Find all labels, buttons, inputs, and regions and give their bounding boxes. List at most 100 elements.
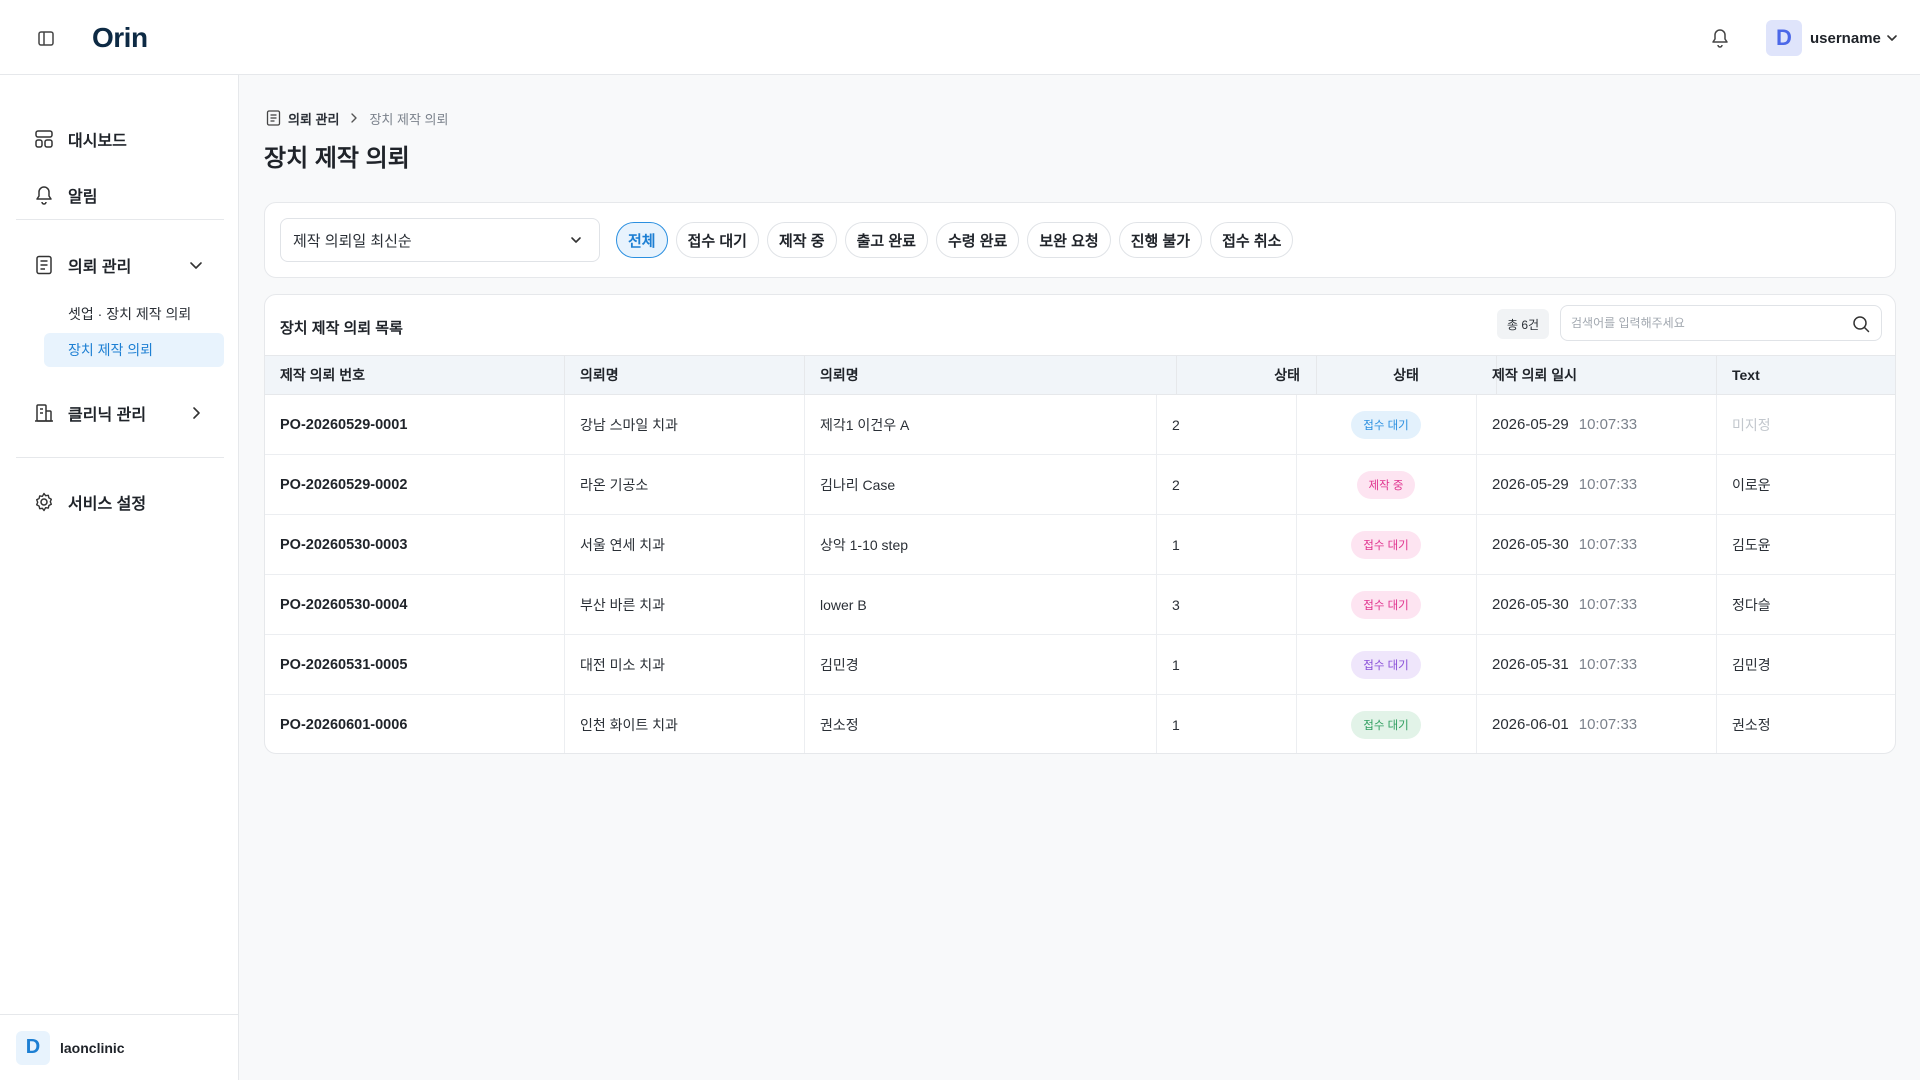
filter-chip-cancelled[interactable]: 접수 취소 bbox=[1210, 222, 1294, 258]
column-header-requested-at[interactable]: 제작 의뢰 일시 bbox=[1492, 356, 1577, 394]
search-field[interactable] bbox=[1560, 305, 1882, 341]
sidebar-subitem-device-request[interactable]: 장치 제작 의뢰 bbox=[44, 333, 224, 367]
table-row[interactable]: PO-20260529-0002 라온 기공소 김나리 Case 2 제작 중 2026-… bbox=[265, 455, 1895, 515]
user-menu[interactable]: D username bbox=[1766, 20, 1899, 56]
status-filter-chips: 전체 접수 대기 제작 중 출고 완료 수령 완료 보완 요청 진행 불가 접수… bbox=[616, 222, 1301, 258]
table-row[interactable]: PO-20260531-0005 대전 미소 치과 김민경 1 접수 대기 2026-05… bbox=[265, 635, 1895, 695]
sidebar-toggle-icon[interactable] bbox=[36, 29, 56, 47]
sidebar-item-service-settings[interactable]: 서비스 설정 bbox=[16, 482, 224, 522]
column-divider bbox=[564, 395, 565, 454]
table-header: 제작 의뢰 번호 의뢰명 의뢰명 상태 상태 제작 의뢰 일시 Text bbox=[265, 355, 1895, 395]
notification-bell-icon[interactable] bbox=[1708, 26, 1732, 50]
column-divider bbox=[564, 515, 565, 574]
filter-bar: 제작 의뢰일 최신순 전체 접수 대기 제작 중 출고 완료 수령 완료 보완 … bbox=[264, 202, 1896, 278]
filter-chip-shipped[interactable]: 출고 완료 bbox=[844, 222, 928, 258]
column-divider bbox=[1156, 635, 1157, 694]
column-divider bbox=[1476, 515, 1477, 574]
column-header-quantity[interactable]: 상태 bbox=[1176, 356, 1300, 394]
filter-chip-revision-request[interactable]: 보완 요청 bbox=[1027, 222, 1111, 258]
order-number-cell: PO-20260530-0004 bbox=[280, 596, 408, 613]
breadcrumb-parent[interactable]: 의뢰 관리 bbox=[288, 109, 339, 128]
filter-chip-pending[interactable]: 접수 대기 bbox=[675, 222, 759, 258]
request-date: 2026-05-31 bbox=[1492, 656, 1569, 673]
order-number-cell: PO-20260601-0006 bbox=[280, 716, 408, 733]
text-cell: 미지정 bbox=[1732, 416, 1771, 433]
column-header-request-name[interactable]: 의뢰명 bbox=[820, 356, 859, 394]
request-name-cell: 권소정 bbox=[820, 716, 859, 733]
column-divider bbox=[804, 455, 805, 514]
request-time: 10:07:33 bbox=[1578, 596, 1638, 613]
column-header-status[interactable]: 상태 bbox=[1316, 356, 1496, 394]
column-divider bbox=[804, 635, 805, 694]
sidebar-item-requests[interactable]: 의뢰 관리 bbox=[16, 245, 224, 285]
bell-icon bbox=[32, 183, 56, 207]
request-date: 2026-05-30 bbox=[1492, 596, 1569, 613]
column-divider bbox=[1476, 575, 1477, 634]
column-divider bbox=[564, 575, 565, 634]
request-date: 2026-05-29 bbox=[1492, 476, 1569, 493]
table-row[interactable]: PO-20260529-0001 강남 스마일 치과 제각1 이건우 A 2 접수 대기… bbox=[265, 395, 1895, 455]
app-logo[interactable]: Orin bbox=[92, 22, 148, 54]
request-time: 10:07:33 bbox=[1578, 476, 1638, 493]
table-row[interactable]: PO-20260530-0003 서울 연세 치과 상악 1-10 step 1 접수 … bbox=[265, 515, 1895, 575]
sidebar-item-dashboard[interactable]: 대시보드 bbox=[16, 119, 224, 159]
clinic-name-cell: 대전 미소 치과 bbox=[580, 656, 666, 673]
column-divider bbox=[1156, 515, 1157, 574]
sidebar-item-clinics[interactable]: 클리닉 관리 bbox=[16, 393, 224, 433]
quantity-cell: 2 bbox=[1172, 416, 1180, 433]
column-divider bbox=[1156, 395, 1157, 454]
sidebar-divider bbox=[16, 457, 224, 458]
table-row[interactable]: PO-20260530-0004 부산 바른 치과 lower B 3 접수 대기 202… bbox=[265, 575, 1895, 635]
order-number-cell: PO-20260529-0001 bbox=[280, 416, 408, 433]
status-badge: 접수 대기 bbox=[1351, 530, 1421, 559]
clinic-name-cell: 인천 화이트 치과 bbox=[580, 716, 678, 733]
column-divider bbox=[804, 695, 805, 753]
gear-icon bbox=[32, 490, 56, 514]
search-input[interactable] bbox=[1571, 316, 1841, 330]
request-time: 10:07:33 bbox=[1578, 416, 1638, 433]
order-number-cell: PO-20260529-0002 bbox=[280, 476, 408, 493]
column-divider bbox=[1716, 455, 1717, 514]
table-title: 장치 제작 의뢰 목록 bbox=[280, 320, 403, 337]
column-divider bbox=[1476, 635, 1477, 694]
request-name-cell: 김민경 bbox=[820, 656, 859, 673]
document-list-icon bbox=[32, 253, 56, 277]
clinic-name-cell: 라온 기공소 bbox=[580, 476, 649, 493]
filter-chip-received[interactable]: 수령 완료 bbox=[935, 222, 1020, 258]
request-name-cell: 제각1 이건우 A bbox=[820, 416, 910, 433]
column-divider bbox=[804, 575, 805, 634]
quantity-cell: 3 bbox=[1172, 596, 1180, 613]
sidebar-item-notifications[interactable]: 알림 bbox=[16, 175, 224, 215]
column-header-text[interactable]: Text bbox=[1732, 356, 1760, 394]
table-row[interactable]: PO-20260601-0006 인천 화이트 치과 권소정 1 접수 대기 2026-0… bbox=[265, 695, 1895, 753]
total-count-badge: 총 6건 bbox=[1497, 309, 1550, 339]
sort-dropdown[interactable]: 제작 의뢰일 최신순 bbox=[280, 218, 600, 262]
sidebar-subitem-setup-request[interactable]: 셋업 · 장치 제작 의뢰 bbox=[44, 297, 224, 331]
column-divider bbox=[1476, 395, 1477, 454]
sidebar-item-label: 서비스 설정 bbox=[68, 496, 147, 513]
status-cell: 접수 대기 bbox=[1296, 395, 1476, 454]
search-icon[interactable] bbox=[1851, 314, 1871, 334]
column-divider bbox=[564, 635, 565, 694]
text-cell: 김민경 bbox=[1732, 656, 1771, 673]
sidebar: 대시보드 알림 의뢰 관리 셋업 · 장치 제작 의뢰 장치 제작 의뢰 클리닉… bbox=[0, 75, 239, 1080]
requested-at-cell: 2026-05-30 10:07:33 bbox=[1492, 575, 1637, 634]
column-header-order-no[interactable]: 제작 의뢰 번호 bbox=[280, 356, 365, 394]
chevron-down-icon bbox=[186, 255, 206, 275]
text-cell: 정다슬 bbox=[1732, 596, 1771, 613]
avatar: D bbox=[1766, 20, 1802, 56]
filter-chip-unavailable[interactable]: 진행 불가 bbox=[1118, 222, 1203, 258]
column-header-clinic[interactable]: 의뢰명 bbox=[580, 356, 619, 394]
column-divider bbox=[564, 356, 565, 394]
sidebar-item-label: 클리닉 관리 bbox=[68, 407, 147, 424]
request-date: 2026-05-29 bbox=[1492, 416, 1569, 433]
text-cell: 김도윤 bbox=[1732, 536, 1771, 553]
status-badge: 제작 중 bbox=[1356, 470, 1416, 499]
quantity-cell: 1 bbox=[1172, 536, 1180, 553]
requested-at-cell: 2026-05-29 10:07:33 bbox=[1492, 395, 1637, 454]
sidebar-footer[interactable]: D laonclinic bbox=[0, 1014, 239, 1080]
column-divider bbox=[1156, 455, 1157, 514]
filter-chip-all[interactable]: 전체 bbox=[616, 222, 668, 258]
filter-chip-in-production[interactable]: 제작 중 bbox=[766, 222, 837, 258]
status-badge: 접수 대기 bbox=[1351, 710, 1421, 739]
